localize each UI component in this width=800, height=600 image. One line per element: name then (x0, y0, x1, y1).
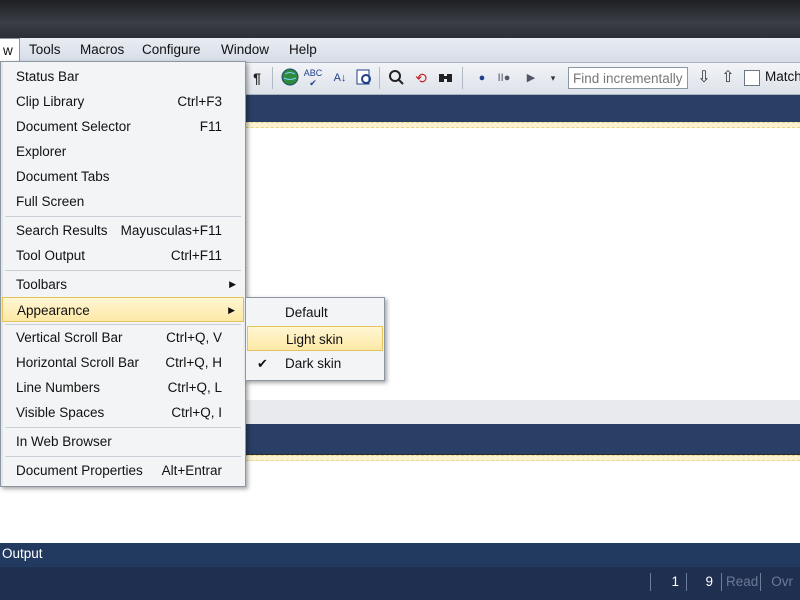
find-next-arrow-down-icon[interactable]: ⇩ (694, 68, 714, 88)
menu-item-document-selector[interactable]: Document Selector F11 (2, 114, 244, 139)
menu-separator (5, 427, 241, 428)
sort-icon[interactable]: A↓ (330, 68, 350, 88)
menu-item-shortcut: Alt+Entrar (161, 463, 222, 478)
menu-window[interactable]: Window (215, 38, 275, 62)
find-icon[interactable] (386, 68, 406, 88)
appearance-submenu: Default Light skin ✔ Dark skin (245, 297, 385, 381)
menu-item-label: Document Tabs (16, 169, 110, 184)
menu-separator (5, 216, 241, 217)
toolbar-separator (272, 67, 273, 89)
menu-item-document-properties[interactable]: Document Properties Alt+Entrar (2, 458, 244, 483)
view-menu: Status Bar Clip Library Ctrl+F3 Document … (0, 61, 246, 487)
checkmark-icon: ✔ (257, 356, 268, 371)
menu-item-label: Horizontal Scroll Bar (16, 355, 140, 370)
menu-item-label: Dark skin (285, 356, 342, 371)
menu-item-dark-skin[interactable]: ✔ Dark skin (247, 351, 383, 376)
stop-macro-icon[interactable]: II● (494, 68, 514, 88)
status-line: 1 (650, 573, 683, 591)
replace-icon[interactable]: ⟲ (411, 68, 431, 88)
menu-item-label: Tool Output (16, 248, 86, 263)
menu-item-document-tabs[interactable]: Document Tabs (2, 164, 244, 189)
menu-item-shortcut: F11 (199, 119, 222, 134)
title-bar (0, 0, 800, 39)
menu-item-label: Vertical Scroll Bar (16, 330, 123, 345)
toolbar-separator (462, 67, 463, 89)
menu-item-label: Document Selector (16, 119, 131, 134)
menu-item-label: Explorer (16, 144, 67, 159)
menu-item-label: Light skin (286, 332, 344, 347)
match-case-checkbox[interactable] (744, 70, 760, 86)
menu-item-vertical-scroll-bar[interactable]: Vertical Scroll Bar Ctrl+Q, V (2, 325, 244, 350)
menu-item-default[interactable]: Default (247, 300, 383, 325)
menu-item-in-web-browser[interactable]: In Web Browser (2, 429, 244, 454)
menu-item-label: Default (285, 305, 328, 320)
submenu-arrow-icon: ▶ (229, 279, 236, 289)
menu-item-tool-output[interactable]: Tool Output Ctrl+F11 (2, 243, 244, 268)
menu-item-label: Search Results (16, 223, 108, 238)
menu-item-shortcut: Ctrl+Q, L (167, 380, 222, 395)
menu-item-shortcut: Ctrl+Q, H (165, 355, 222, 370)
menu-item-shortcut: Mayusculas+F11 (120, 223, 222, 238)
find-incrementally-input[interactable]: Find incrementally (568, 67, 688, 89)
menu-item-shortcut: Ctrl+F11 (170, 248, 222, 263)
menu-item-full-screen[interactable]: Full Screen (2, 189, 244, 214)
menu-help[interactable]: Help (283, 38, 323, 62)
menu-item-toolbars[interactable]: Toolbars ▶ (2, 272, 244, 297)
menu-item-explorer[interactable]: Explorer (2, 139, 244, 164)
play-macro-icon[interactable]: ▶ (521, 68, 541, 88)
menu-item-label: Status Bar (16, 69, 80, 84)
status-bar: 1 9 Read Ovr (0, 567, 800, 600)
menu-item-label: Appearance (17, 303, 90, 318)
status-column: 9 (686, 573, 717, 591)
menu-item-search-results[interactable]: Search Results Mayusculas+F11 (2, 218, 244, 243)
menu-view[interactable]: w (0, 38, 20, 62)
menu-item-line-numbers[interactable]: Line Numbers Ctrl+Q, L (2, 375, 244, 400)
menu-item-horizontal-scroll-bar[interactable]: Horizontal Scroll Bar Ctrl+Q, H (2, 350, 244, 375)
menu-separator (5, 270, 241, 271)
menu-item-label: Line Numbers (16, 380, 101, 395)
menu-item-clip-library[interactable]: Clip Library Ctrl+F3 (2, 89, 244, 114)
record-macro-icon[interactable]: ● (472, 68, 492, 88)
menu-item-label: Full Screen (16, 194, 85, 209)
toolbar-separator (379, 67, 380, 89)
overflow-icon[interactable]: ▾ (543, 68, 563, 88)
menu-item-status-bar[interactable]: Status Bar (2, 64, 244, 89)
pilcrow-icon[interactable]: ¶ (247, 68, 267, 88)
status-overwrite: Ovr (760, 573, 797, 591)
menu-item-label: Document Properties (16, 463, 143, 478)
menu-item-label: In Web Browser (16, 434, 112, 449)
find-prev-arrow-up-icon[interactable]: ⇧ (718, 68, 738, 88)
status-read-only: Read (721, 573, 762, 591)
menu-tools[interactable]: Tools (23, 38, 67, 62)
globe-icon[interactable] (280, 68, 300, 88)
menu-item-label: Visible Spaces (16, 405, 105, 420)
menu-macros[interactable]: Macros (74, 38, 130, 62)
binoculars-icon[interactable] (436, 68, 456, 88)
find-in-files-icon[interactable] (354, 68, 374, 88)
output-panel-title: Output (0, 543, 800, 567)
match-case-label: Match (765, 69, 800, 84)
spellcheck-icon[interactable]: ABC ✔ (303, 68, 323, 88)
menu-configure[interactable]: Configure (136, 38, 207, 62)
menu-separator (5, 456, 241, 457)
menu-item-label: Toolbars (16, 277, 68, 292)
menu-bar: w Tools Macros Configure Window Help (0, 38, 800, 63)
submenu-arrow-icon: ▶ (228, 305, 235, 315)
menu-item-visible-spaces[interactable]: Visible Spaces Ctrl+Q, I (2, 400, 244, 425)
menu-item-light-skin[interactable]: Light skin (247, 326, 383, 351)
menu-item-shortcut: Ctrl+Q, I (171, 405, 222, 420)
menu-item-label: Clip Library (16, 94, 85, 109)
menu-item-appearance[interactable]: Appearance ▶ (2, 297, 244, 322)
menu-item-shortcut: Ctrl+Q, V (166, 330, 222, 345)
menu-item-shortcut: Ctrl+F3 (177, 94, 222, 109)
